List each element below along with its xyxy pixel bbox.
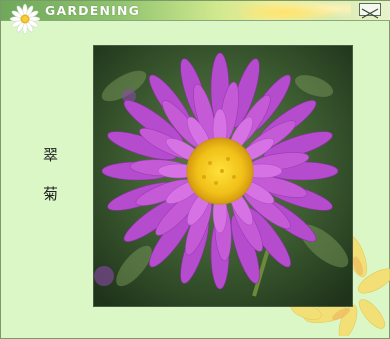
flower-name-vertical: 翠菊 [41, 147, 59, 225]
title-bar: GARDENING [1, 1, 390, 21]
close-x-icon [361, 8, 379, 19]
title-decoration [241, 1, 351, 20]
close-button[interactable] [359, 3, 381, 19]
daisy-icon [9, 3, 41, 35]
app-title: GARDENING [45, 3, 141, 18]
flower-photo [93, 45, 353, 307]
app-window: GARDENING 翠菊 [0, 0, 390, 339]
aster-flower-image [94, 46, 352, 306]
